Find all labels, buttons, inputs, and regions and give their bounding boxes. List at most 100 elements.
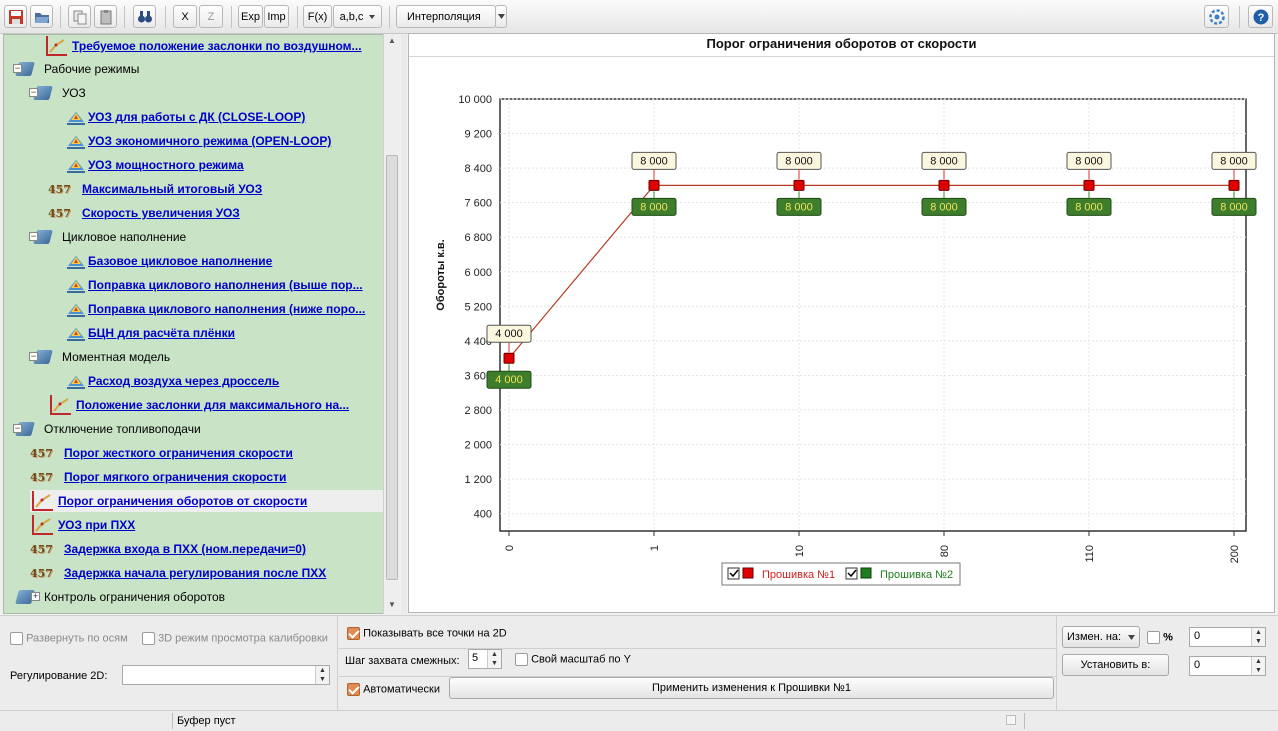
chart-svg[interactable]: 4001 2002 0002 8003 6004 4005 2006 0006 … xyxy=(409,57,1274,613)
tree-item[interactable]: УОЗ при ПХХ xyxy=(30,514,135,536)
data-label: 8 000 xyxy=(1220,155,1248,167)
scroll-up-arrow-icon[interactable]: ▲ xyxy=(388,36,396,45)
copy-icon[interactable] xyxy=(68,5,91,28)
data-point xyxy=(648,179,660,191)
set-to-button[interactable]: Установить в: xyxy=(1062,654,1169,676)
apply-changes-button[interactable]: Применить изменения к Прошивки №1 xyxy=(449,677,1054,699)
chart-panel[interactable]: Порог ограничения оборотов от скорости 4… xyxy=(408,33,1275,613)
import-button[interactable]: Imp xyxy=(264,5,289,28)
tree-item[interactable]: БЦН для расчёта плёнки xyxy=(66,322,235,344)
help-icon[interactable]: ? xyxy=(1248,5,1273,28)
tree-item[interactable]: УОЗ экономичного режима (OPEN-LOOP) xyxy=(66,130,331,152)
surface-3d-icon xyxy=(66,300,85,318)
tree-item[interactable]: Рабочие режимы xyxy=(12,58,139,80)
percent-option[interactable]: % xyxy=(1147,631,1173,644)
open-folder-icon[interactable] xyxy=(30,5,53,28)
x-axis-button[interactable]: X xyxy=(173,5,197,28)
settings-gear-icon[interactable] xyxy=(1204,5,1229,28)
tree-item[interactable]: Положение заслонки для максимального на.… xyxy=(48,394,349,416)
surface-3d-icon xyxy=(66,156,85,174)
tree-item-label: УОЗ при ПХХ xyxy=(58,518,136,532)
data-label: 8 000 xyxy=(1075,155,1103,167)
data-label: 8 000 xyxy=(930,155,958,167)
tree-item[interactable]: Поправка циклового наполнения (выше пор.… xyxy=(66,274,363,296)
snap-step-spinner[interactable]: ▲ ▼ xyxy=(487,650,501,668)
tree-item[interactable]: 457 Порог мягкого ограничения скорости xyxy=(30,466,286,488)
own-scale-y-checkbox[interactable] xyxy=(515,653,528,666)
tree-item[interactable]: 457 Задержка начала регулирования после П… xyxy=(30,562,326,584)
tree-item[interactable]: 457 Максимальный итоговый УОЗ xyxy=(48,178,262,200)
toolbar: X Z Exp Imp F(x) a,b,c Интерполяция ? xyxy=(0,0,1278,34)
tree-item[interactable]: УОЗ мощностного режима xyxy=(66,154,244,176)
expand-axes-checkbox[interactable] xyxy=(10,632,23,645)
set-value-spinner[interactable]: ▲ ▼ xyxy=(1251,657,1265,675)
tree-expander-icon[interactable]: − xyxy=(29,232,38,241)
panel-splitter[interactable] xyxy=(401,34,407,614)
tree-expander-icon[interactable]: − xyxy=(13,64,22,73)
apply-changes-label: Применить изменения к Прошивки №1 xyxy=(652,682,851,694)
tree-item[interactable]: Расход воздуха через дроссель xyxy=(66,370,279,392)
reg2d-spinner[interactable]: ▲ ▼ xyxy=(315,666,329,684)
calibration-tree[interactable]: Требуемое положение заслонки по воздушно… xyxy=(3,34,400,614)
change-value-spinner[interactable]: ▲ ▼ xyxy=(1251,628,1265,646)
snap-step-input[interactable]: 5 ▲ ▼ xyxy=(468,649,502,669)
show-all-points-option[interactable]: Показывать все точки на 2D xyxy=(347,627,507,640)
interpolation-button[interactable]: Интерполяция xyxy=(396,5,496,28)
binoculars-icon[interactable] xyxy=(133,5,156,28)
auto-checkbox[interactable] xyxy=(347,683,360,696)
y-tick-label: 2 000 xyxy=(464,440,492,452)
tree-item-label: Расход воздуха через дроссель xyxy=(88,374,280,388)
tree-scrollbar[interactable]: ▲ ▼ xyxy=(383,34,400,614)
abc-dropdown-label: a,b,c xyxy=(339,10,364,23)
legend-label: Прошивка №1 xyxy=(762,569,835,581)
tree-item[interactable]: 457 Задержка входа в ПХХ (ном.передачи=0) xyxy=(30,538,306,560)
function-button[interactable]: F(x) xyxy=(303,5,332,28)
tree-item-label: УОЗ xyxy=(62,86,86,100)
tree-item[interactable]: Порог ограничения оборотов от скорости xyxy=(30,490,384,512)
own-scale-y-option[interactable]: Свой масштаб по Y xyxy=(515,653,631,666)
paste-icon[interactable] xyxy=(94,5,117,28)
tree-expander-icon[interactable]: − xyxy=(29,88,38,97)
change-value-input[interactable]: 0 ▲ ▼ xyxy=(1189,627,1266,647)
change-by-dropdown[interactable]: Измен. на: xyxy=(1062,626,1140,648)
tree-item[interactable]: УОЗ для работы с ДК (CLOSE-LOOP) xyxy=(66,106,305,128)
set-value: 0 xyxy=(1194,659,1201,671)
auto-option[interactable]: Автоматически xyxy=(347,683,440,696)
tree-item[interactable]: 457 Порог жесткого ограничения скорости xyxy=(30,442,293,464)
tree-item[interactable]: Цикловое наполнение xyxy=(30,226,186,248)
tree-expander-icon[interactable]: − xyxy=(29,352,38,361)
tree-item[interactable]: Базовое цикловое наполнение xyxy=(66,250,272,272)
tree-expander-icon[interactable]: + xyxy=(31,592,40,601)
save-icon[interactable] xyxy=(4,5,27,28)
x-tick-label: 0 xyxy=(504,545,516,551)
interpolation-dropdown-arrow[interactable] xyxy=(495,5,507,28)
tree-item[interactable]: Моментная модель xyxy=(30,346,170,368)
mode3d-label: 3D режим просмотра калибровки xyxy=(158,632,328,645)
tree-item[interactable]: Контроль ограничения оборотов xyxy=(12,586,225,608)
tree-scroll-thumb[interactable] xyxy=(386,155,398,580)
abc-dropdown[interactable]: a,b,c xyxy=(333,5,382,28)
tree-item[interactable]: 457 Скорость увеличения УОЗ xyxy=(48,202,240,224)
z-axis-button[interactable]: Z xyxy=(199,5,223,28)
reg2d-input[interactable]: ▲ ▼ xyxy=(122,665,330,685)
percent-checkbox[interactable] xyxy=(1147,631,1160,644)
chart-title: Порог ограничения оборотов от скорости xyxy=(706,36,977,51)
tree-expander-icon[interactable]: − xyxy=(13,424,22,433)
mode3d-checkbox[interactable] xyxy=(142,632,155,645)
tree-item[interactable]: Поправка циклового наполнения (ниже поро… xyxy=(66,298,365,320)
tree-item[interactable]: УОЗ xyxy=(30,82,86,104)
mode3d-option[interactable]: 3D режим просмотра калибровки xyxy=(142,632,328,645)
tree-item[interactable]: Отключение топливоподачи xyxy=(12,418,201,440)
y-tick-label: 9 200 xyxy=(464,129,492,141)
tree-item-label: Поправка циклового наполнения (выше пор.… xyxy=(88,278,363,292)
expand-axes-option[interactable]: Развернуть по осям xyxy=(10,632,128,645)
legend-swatch xyxy=(742,567,754,579)
tree-item-label: Скорость увеличения УОЗ xyxy=(82,206,240,220)
tree-item-label: Требуемое положение заслонки по воздушно… xyxy=(72,39,362,53)
tree-item[interactable]: Требуемое положение заслонки по воздушно… xyxy=(44,35,362,57)
export-button[interactable]: Exp xyxy=(238,5,263,28)
curve-icon xyxy=(30,490,54,512)
set-value-input[interactable]: 0 ▲ ▼ xyxy=(1189,656,1266,676)
show-all-points-checkbox[interactable] xyxy=(347,627,360,640)
scroll-down-arrow-icon[interactable]: ▼ xyxy=(388,600,396,609)
